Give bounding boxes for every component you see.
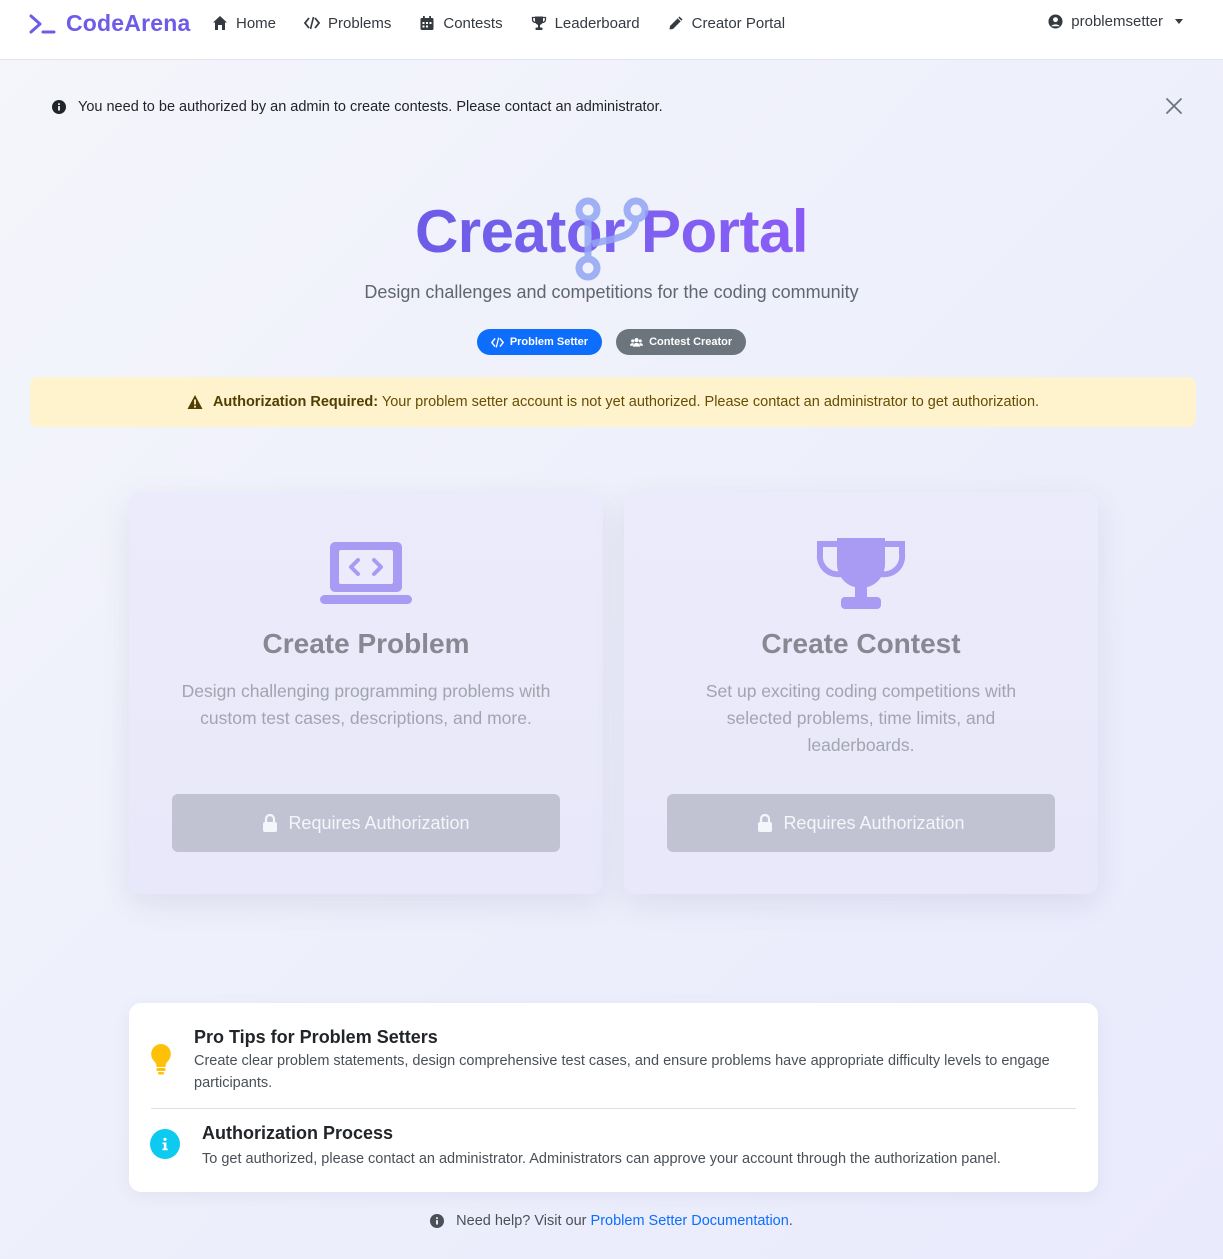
info-circle-icon — [430, 1214, 445, 1228]
help-suffix: . — [788, 1213, 793, 1229]
page-subtitle: Design challenges and competitions for t… — [364, 282, 859, 302]
card-description: Set up exciting coding competitions with… — [705, 681, 1017, 755]
tip-title: Authorization Process — [202, 1123, 394, 1143]
nav-item-label: Leaderboard — [554, 14, 640, 32]
problem-setter-badge: Problem Setter — [476, 329, 603, 355]
card-description: Design challenging programming problems … — [181, 681, 551, 728]
username: problemsetter — [1071, 13, 1163, 30]
tips-panel: Pro Tips for Problem Setters Create clea… — [129, 1003, 1098, 1192]
tip-text: Create clear problem statements, design … — [194, 1053, 1050, 1091]
user-circle-icon — [1048, 14, 1063, 29]
badge-label: Contest Creator — [649, 336, 733, 348]
divider — [151, 1108, 1076, 1109]
terminal-icon — [29, 14, 56, 33]
brand-name: CodeArena — [66, 10, 191, 36]
info-circle-icon — [52, 100, 66, 114]
lock-icon — [758, 814, 773, 832]
navbar: CodeArena Home Problems Contests Leaderb… — [0, 0, 1223, 60]
nav-item-leaderboard[interactable]: Leaderboard — [531, 15, 640, 32]
trophy-icon — [816, 538, 906, 609]
nav-item-label: Problems — [328, 14, 392, 32]
lightbulb-icon — [151, 1044, 171, 1075]
users-icon — [630, 337, 644, 347]
create-problem-button[interactable]: Requires Authorization — [172, 794, 560, 852]
documentation-link[interactable]: Problem Setter Documentation — [591, 1213, 789, 1229]
nav-item-label: Home — [236, 14, 277, 32]
warning-triangle-icon — [187, 395, 203, 409]
info-icon — [150, 1129, 180, 1159]
button-label: Requires Authorization — [783, 812, 965, 833]
badge-label: Problem Setter — [509, 336, 589, 348]
trophy-icon — [531, 16, 546, 30]
create-contest-button[interactable]: Requires Authorization — [667, 794, 1055, 852]
help-footer: Need help? Visit our Problem Setter Docu… — [0, 1213, 1223, 1229]
help-text: Need help? Visit our — [456, 1213, 587, 1229]
main-nav: Home Problems Contests Leaderboard Creat… — [212, 0, 785, 46]
tip-title: Pro Tips for Problem Setters — [194, 1027, 438, 1047]
role-badges: Problem Setter Contest Creator — [0, 329, 1223, 355]
code-branch-icon — [575, 197, 649, 281]
button-label: Requires Authorization — [288, 812, 470, 833]
user-menu-toggle[interactable]: problemsetter — [1048, 13, 1183, 30]
info-alert: You need to be authorized by an admin to… — [52, 96, 1192, 118]
nav-item-contests[interactable]: Contests — [419, 14, 503, 32]
nav-item-label: Creator Portal — [691, 14, 786, 32]
card-title: Create Contest — [761, 628, 961, 659]
code-icon — [490, 336, 504, 348]
nav-item-home[interactable]: Home — [212, 15, 276, 32]
lock-icon — [263, 814, 278, 832]
close-icon[interactable] — [1164, 96, 1184, 116]
home-icon — [213, 16, 227, 30]
code-icon — [304, 16, 321, 30]
create-problem-card: Create Problem Design challenging progra… — [129, 492, 603, 894]
calendar-icon — [420, 16, 434, 30]
brand-link[interactable]: CodeArena — [28, 10, 191, 37]
nav-item-creator-portal[interactable]: Creator Portal — [668, 15, 785, 32]
laptop-code-icon — [320, 542, 412, 604]
chevron-down-icon — [1175, 19, 1183, 24]
card-title: Create Problem — [262, 628, 470, 659]
contest-creator-badge: Contest Creator — [616, 329, 747, 355]
info-alert-text: You need to be authorized by an admin to… — [78, 99, 663, 115]
nav-item-problems[interactable]: Problems — [304, 15, 391, 32]
authorization-warning: Authorization Required: Your problem set… — [30, 377, 1196, 427]
tip-text: To get authorized, please contact an adm… — [202, 1151, 1001, 1167]
create-contest-card: Create Contest Set up exciting coding co… — [624, 492, 1098, 894]
nav-item-label: Contests — [443, 14, 503, 32]
pencil-icon — [669, 16, 683, 30]
warning-title: Authorization Required: — [212, 394, 379, 410]
warning-text: Your problem setter account is not yet a… — [381, 394, 1040, 410]
